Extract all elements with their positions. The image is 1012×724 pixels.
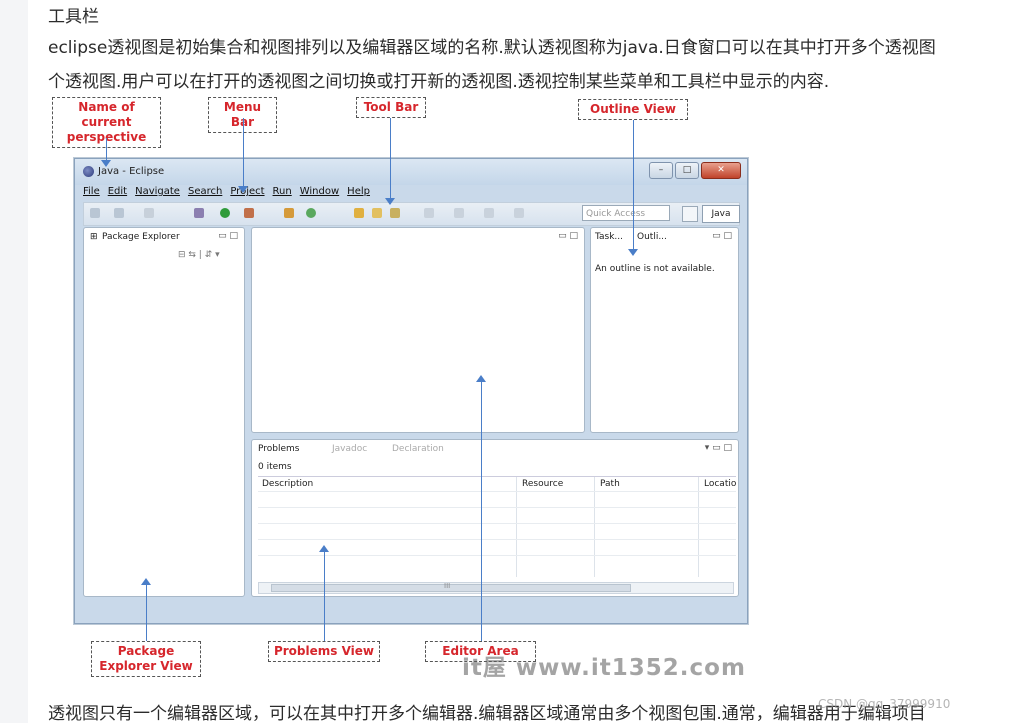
quick-access-input: Quick Access [582, 205, 670, 221]
new-java-project-icon [284, 208, 294, 218]
save-icon [114, 208, 124, 218]
open-folder-icon [372, 208, 382, 218]
window-title: Java - Eclipse [98, 166, 165, 177]
panel-minmax-icon: ▭ □ [218, 231, 238, 241]
arrowhead-outline-view [628, 249, 638, 256]
column-divider [698, 477, 699, 577]
row-divider [258, 539, 736, 540]
tab-declaration: Declaration [392, 444, 444, 454]
arrowhead-problems-view [319, 545, 329, 552]
scroll-grip: III [444, 582, 451, 590]
menu-bar: File Edit Navigate Search Project Run Wi… [83, 186, 370, 200]
java-perspective-button: Java [702, 205, 740, 223]
package-explorer-panel: ⊞ Package Explorer ▭ □ ⊟ ⇆ | ⇵ ▾ [83, 227, 245, 597]
problems-table: Description Resource Path Locatio [258, 476, 736, 577]
open-perspective-icon [682, 206, 698, 222]
debug-icon [194, 208, 204, 218]
problems-header: Problems Javadoc Declaration ▾ ▭ □ [252, 440, 738, 458]
column-divider [516, 477, 517, 577]
forward-icon [514, 208, 524, 218]
outline-message: An outline is not available. [595, 264, 715, 274]
outline-header: Task... Outli... ▭ □ [591, 228, 738, 246]
problems-minmax-icon: ▾ ▭ □ [704, 443, 732, 453]
menu-edit: Edit [107, 186, 128, 197]
arrow-package-explorer [146, 584, 147, 641]
print-icon [144, 208, 154, 218]
arrow-tool-bar [390, 118, 391, 200]
paragraph-line-1: eclipse透视图是初始集合和视图排列以及编辑器区域的名称.默认透视图称为ja… [48, 38, 936, 58]
arrow-problems-view [324, 551, 325, 641]
back-icon [484, 208, 494, 218]
label-package-explorer: Package Explorer View [91, 641, 201, 677]
outline-minmax-icon: ▭ □ [712, 231, 732, 241]
arrow-editor-area [481, 381, 482, 641]
csdn-watermark: CSDN @qq_37999910 [818, 697, 951, 711]
site-watermark: it屋 www.it1352.com [462, 655, 746, 681]
eclipse-screenshot: Java - Eclipse – □ ✕ File Edit Navigate … [74, 158, 748, 624]
col-location: Locatio [704, 479, 737, 489]
tab-outline: Outli... [637, 232, 667, 242]
eclipse-logo-icon [83, 166, 94, 177]
tab-problems: Problems [258, 444, 300, 454]
row-divider [258, 491, 736, 492]
window-titlebar: Java - Eclipse – □ ✕ [75, 159, 747, 185]
column-divider [594, 477, 595, 577]
scrollbar-thumb: III [271, 582, 631, 592]
label-tool-bar: Tool Bar [356, 97, 426, 118]
col-resource: Resource [522, 479, 564, 489]
menu-navigate: Navigate [135, 186, 180, 197]
package-explorer-tab: Package Explorer [102, 232, 180, 242]
menu-help: Help [347, 186, 370, 197]
editor-minmax-icon: ▭ □ [558, 231, 578, 241]
collapse-link-icons: ⊟ ⇆ | ⇵ ▾ [178, 250, 220, 260]
menu-window: Window [299, 186, 340, 197]
package-explorer-icon: ⊞ [90, 232, 98, 242]
window-controls: – □ ✕ [649, 162, 741, 179]
section-heading: 工具栏 [48, 7, 99, 27]
horizontal-scrollbar: III [258, 582, 734, 594]
row-divider [258, 507, 736, 508]
paragraph-line-2: 个透视图.用户可以在打开的透视图之间切换或打开新的透视图.透视控制某些菜单和工具… [48, 72, 830, 92]
label-problems-view: Problems View [268, 641, 380, 662]
menu-search: Search [187, 186, 223, 197]
run-icon [220, 208, 230, 218]
tab-task: Task... [595, 232, 624, 242]
arrowhead-package-explorer [141, 578, 151, 585]
package-explorer-header: ⊞ Package Explorer ▭ □ [84, 228, 244, 246]
arrowhead-tool-bar [385, 198, 395, 205]
new-class-icon [306, 208, 316, 218]
outline-panel: Task... Outli... ▭ □ An outline is not a… [590, 227, 739, 433]
close-icon: ✕ [701, 162, 741, 179]
paragraph-line-3: 透视图只有一个编辑器区域，可以在其中打开多个编辑器.编辑器区域通常由多个视图包围… [48, 704, 926, 724]
arrowhead-menu-bar [238, 186, 248, 193]
arrowhead-editor-area [476, 375, 486, 382]
open-type-icon [354, 208, 364, 218]
col-description: Description [262, 479, 314, 489]
left-margin-bar [0, 0, 28, 723]
tool-bar: Quick Access Java [83, 202, 740, 226]
tab-javadoc: Javadoc [332, 444, 368, 454]
minimize-icon: – [649, 162, 673, 179]
maximize-icon: □ [675, 162, 699, 179]
next-annotation-icon [454, 208, 464, 218]
search-icon [390, 208, 400, 218]
editor-area-panel: ▭ □ [251, 227, 585, 433]
arrow-menu-bar [243, 118, 244, 188]
arrowhead-perspective [101, 160, 111, 167]
menu-file: File [83, 186, 100, 197]
menu-run: Run [272, 186, 292, 197]
external-tools-icon [244, 208, 254, 218]
items-count: 0 items [258, 462, 292, 472]
annotation-icon [424, 208, 434, 218]
label-outline-view: Outline View [578, 99, 688, 120]
arrow-perspective [106, 138, 107, 162]
arrow-outline-view [633, 120, 634, 251]
col-path: Path [600, 479, 620, 489]
new-file-icon [90, 208, 100, 218]
row-divider [258, 555, 736, 556]
row-divider [258, 523, 736, 524]
